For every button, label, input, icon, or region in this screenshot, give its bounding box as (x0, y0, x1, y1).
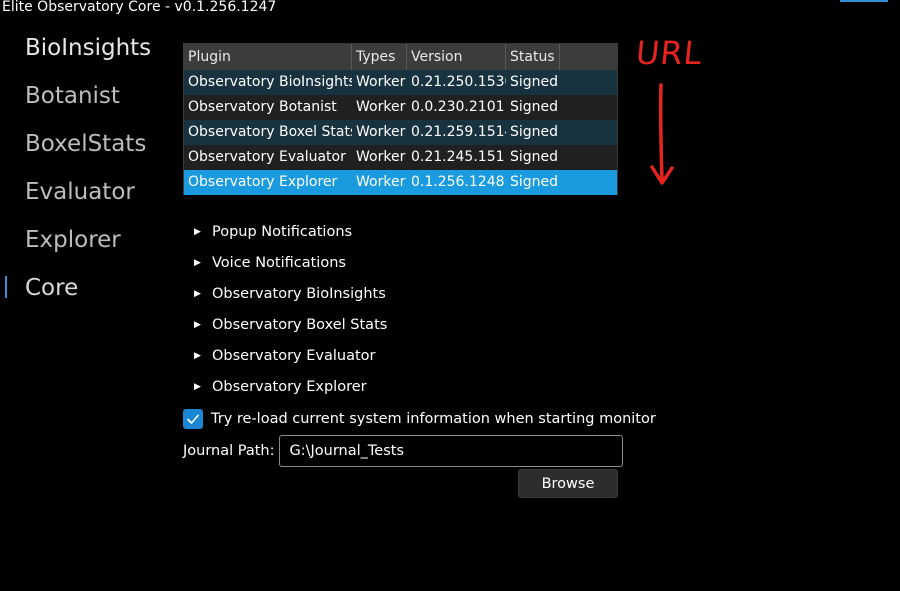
expander-label: Observatory BioInsights (212, 285, 386, 302)
browse-button[interactable]: Browse (518, 469, 618, 498)
nav-item-boxelstats[interactable]: BoxelStats (0, 124, 170, 172)
journal-path-row: Journal Path: (183, 435, 623, 467)
cell-types: Worker (356, 124, 406, 140)
arrow-down-icon (650, 83, 674, 185)
cell-status: Signed (510, 99, 559, 115)
app-window: Elite Observatory Core - v0.1.256.1247 B… (0, 0, 900, 591)
chevron-right-icon: ▶ (194, 350, 201, 361)
nav-item-label: BioInsights (25, 35, 152, 61)
table-row[interactable]: Observatory Botanist Worker 0.0.230.2101… (184, 95, 617, 120)
expander-observatory-bioinsights[interactable]: ▶ Observatory BioInsights (183, 278, 623, 309)
cell-plugin: Observatory Explorer (188, 174, 338, 190)
nav-item-evaluator[interactable]: Evaluator (0, 172, 170, 220)
checkmark-icon (187, 414, 199, 424)
column-header-plugin[interactable]: Plugin (184, 44, 352, 70)
table-row-selected[interactable]: Observatory Explorer Worker 0.1.256.1248… (184, 170, 617, 195)
table-row[interactable]: Observatory Boxel Stats Worker 0.21.259.… (184, 120, 617, 145)
expander-observatory-evaluator[interactable]: ▶ Observatory Evaluator (183, 340, 623, 371)
cell-status: Signed (510, 174, 559, 190)
nav-item-label: BoxelStats (25, 131, 147, 157)
nav-item-explorer[interactable]: Explorer (0, 220, 170, 268)
nav-item-bioinsights[interactable]: BioInsights (0, 28, 170, 76)
expander-label: Observatory Explorer (212, 378, 367, 395)
expander-popup-notifications[interactable]: ▶ Popup Notifications (183, 216, 623, 247)
cell-types: Worker (356, 74, 406, 90)
column-header-types[interactable]: Types (352, 44, 407, 70)
plugin-table[interactable]: Plugin Types Version Status Observatory … (183, 43, 618, 195)
chevron-right-icon: ▶ (194, 226, 201, 237)
cell-plugin: Observatory Evaluator (188, 149, 346, 165)
reload-checkbox-label: Try re-load current system information w… (211, 411, 656, 427)
column-header-status[interactable]: Status (506, 44, 560, 70)
cell-types: Worker (356, 149, 406, 165)
cell-version: 0.21.250.1530 (411, 74, 506, 90)
cell-version: 0.0.230.2101 (411, 99, 505, 115)
nav-item-botanist[interactable]: Botanist (0, 76, 170, 124)
cell-types: Worker (356, 99, 406, 115)
nav-item-label: Explorer (25, 227, 121, 253)
expander-voice-notifications[interactable]: ▶ Voice Notifications (183, 247, 623, 278)
nav-item-label: Core (25, 275, 79, 301)
expander-label: Observatory Evaluator (212, 347, 376, 364)
table-row[interactable]: Observatory Evaluator Worker 0.21.245.15… (184, 145, 617, 170)
chevron-right-icon: ▶ (194, 381, 201, 392)
chevron-right-icon: ▶ (194, 319, 201, 330)
column-header-version[interactable]: Version (407, 44, 506, 70)
cell-status: Signed (510, 74, 559, 90)
reload-checkbox[interactable] (183, 409, 203, 429)
cell-version: 0.21.245.1511 (411, 149, 506, 165)
nav-item-label: Botanist (25, 83, 120, 109)
expander-label: Observatory Boxel Stats (212, 316, 388, 333)
expander-label: Popup Notifications (212, 223, 353, 240)
cell-types: Worker (356, 174, 406, 190)
settings-expanders: ▶ Popup Notifications ▶ Voice Notificati… (183, 216, 623, 402)
journal-path-input[interactable] (278, 435, 623, 467)
reload-option: Try re-load current system information w… (183, 409, 656, 429)
expander-label: Voice Notifications (212, 254, 346, 271)
table-row[interactable]: Observatory BioInsights Worker 0.21.250.… (184, 70, 617, 95)
cell-version: 0.21.259.1514 (411, 124, 506, 140)
nav-selection-indicator (5, 276, 7, 298)
cell-plugin: Observatory BioInsights (188, 74, 352, 90)
nav-item-core[interactable]: Core (0, 268, 170, 316)
journal-path-label: Journal Path: (183, 443, 275, 459)
cell-plugin: Observatory Boxel Stats (188, 124, 352, 140)
sidebar-nav: BioInsights Botanist BoxelStats Evaluato… (0, 28, 170, 316)
expander-observatory-boxel-stats[interactable]: ▶ Observatory Boxel Stats (183, 309, 623, 340)
expander-observatory-explorer[interactable]: ▶ Observatory Explorer (183, 371, 623, 402)
window-title: Elite Observatory Core - v0.1.256.1247 (2, 0, 277, 15)
title-accent-bar (840, 0, 888, 2)
plugin-table-header: Plugin Types Version Status (184, 44, 617, 70)
cell-version: 0.1.256.1248 (411, 174, 505, 190)
chevron-right-icon: ▶ (194, 288, 201, 299)
nav-item-label: Evaluator (25, 179, 135, 205)
chevron-right-icon: ▶ (194, 257, 201, 268)
cell-plugin: Observatory Botanist (188, 99, 337, 115)
cell-status: Signed (510, 149, 559, 165)
cell-status: Signed (510, 124, 559, 140)
